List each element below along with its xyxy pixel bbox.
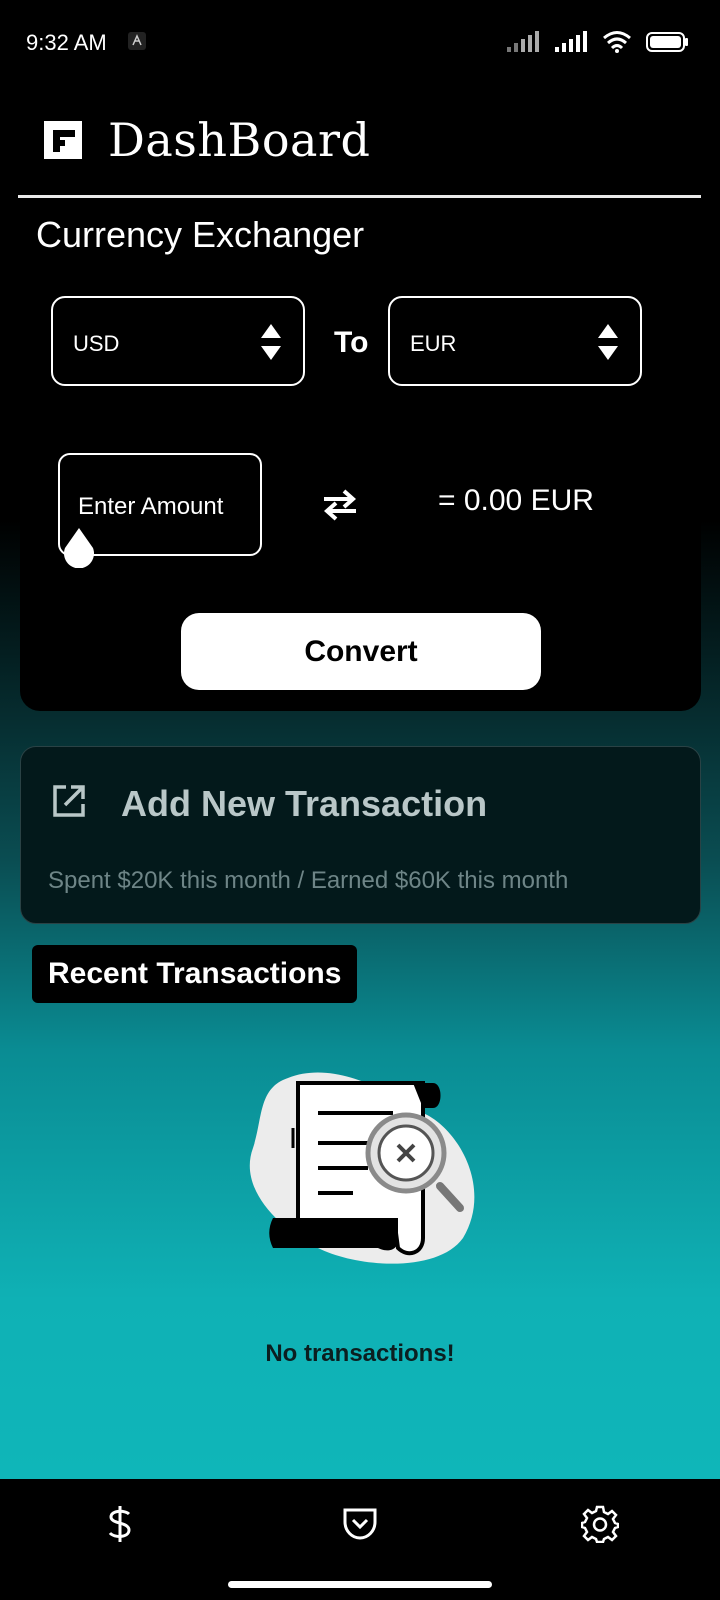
from-currency-value: USD <box>73 331 120 356</box>
signal-icon <box>555 31 587 52</box>
add-transaction-card[interactable]: Add New Transaction Spent $20K this mont… <box>20 746 701 924</box>
add-transaction-title: Add New Transaction <box>121 783 488 824</box>
text-cursor-handle-icon[interactable] <box>62 526 96 568</box>
convert-button[interactable]: Convert <box>181 613 541 690</box>
notification-app-icon <box>128 32 146 50</box>
app-header: DashBoard <box>44 110 370 170</box>
to-currency-select[interactable]: EUR <box>388 296 642 386</box>
currency-exchanger-card: Currency Exchanger USD To EUR Enter Amou… <box>20 198 701 711</box>
nav-item-dollar[interactable] <box>95 1499 145 1549</box>
exchanger-title: Currency Exchanger <box>36 214 365 255</box>
gear-icon <box>581 1505 619 1543</box>
wifi-icon <box>603 31 631 53</box>
signal-icon <box>507 31 539 52</box>
to-currency-value: EUR <box>410 331 457 356</box>
empty-state-message: No transactions! <box>265 1340 455 1367</box>
nav-item-pocket[interactable] <box>335 1499 385 1549</box>
status-bar: 9:32 AM <box>0 0 720 90</box>
app-logo-icon <box>44 121 82 159</box>
battery-icon <box>646 32 688 52</box>
pocket-icon <box>343 1508 377 1540</box>
dollar-icon <box>108 1506 131 1542</box>
recent-transactions-heading: Recent Transactions <box>32 945 358 1003</box>
to-label: To <box>334 326 369 359</box>
swap-icon[interactable] <box>320 488 360 522</box>
status-icons <box>506 30 690 54</box>
from-currency-select[interactable]: USD <box>51 296 305 386</box>
nav-item-settings[interactable] <box>575 1499 625 1549</box>
page-title: DashBoard <box>108 113 371 167</box>
home-indicator[interactable] <box>228 1581 492 1588</box>
conversion-result: = 0.00 EUR <box>438 484 594 517</box>
amount-placeholder: Enter Amount <box>78 493 224 520</box>
status-time: 9:32 AM <box>26 30 107 55</box>
open-external-icon <box>53 785 85 817</box>
sort-arrows-icon <box>261 324 281 360</box>
empty-receipt-illustration <box>249 1072 475 1264</box>
sort-arrows-icon <box>598 324 618 360</box>
monthly-summary: Spent $20K this month / Earned $60K this… <box>48 867 569 894</box>
